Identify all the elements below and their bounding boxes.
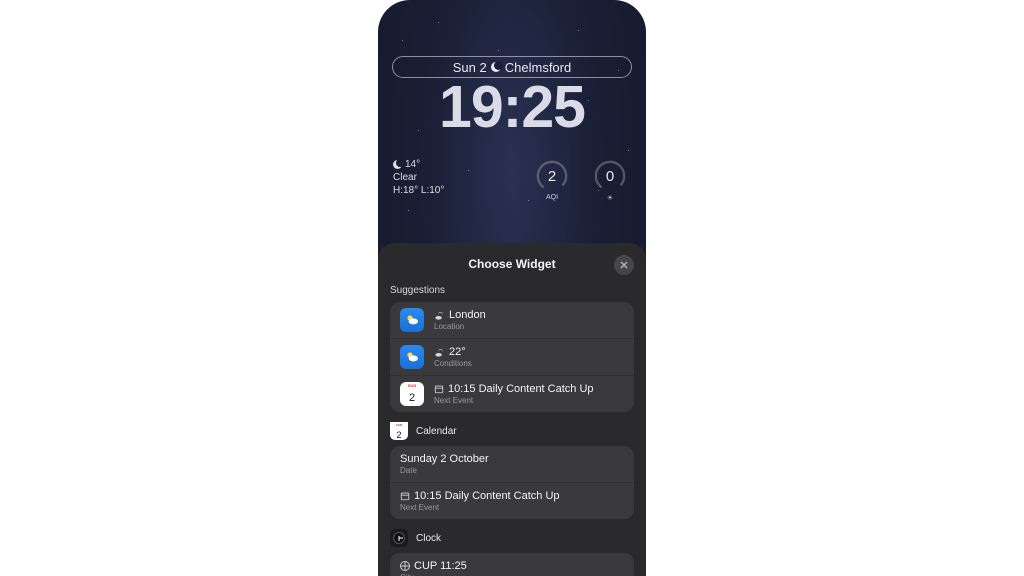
moon-icon: [491, 62, 501, 72]
suggestions-label: Suggestions: [390, 285, 634, 296]
suggestion-weather-conditions[interactable]: 22° Conditions: [390, 339, 634, 376]
clock-card: CUP 11:25 City: [390, 553, 634, 576]
aqi-label: AQI: [546, 194, 558, 201]
row-main-text: London: [449, 309, 486, 321]
suggestion-calendar-next-event[interactable]: SUN 2 10:15 Daily Content Catch Up Next …: [390, 376, 634, 412]
suggestion-weather-location[interactable]: London Location: [390, 302, 634, 339]
uv-value: 0: [593, 159, 627, 193]
calendar-date-row[interactable]: Sunday 2 October Date: [390, 446, 634, 483]
row-main-text: 10:15 Daily Content Catch Up: [448, 383, 594, 395]
calendar-glyph-icon: [400, 491, 410, 501]
suggestions-card: London Location 22° Conditions: [390, 302, 634, 412]
calendar-glyph-icon: [434, 384, 444, 394]
calendar-app-icon: SUN 2: [390, 422, 408, 440]
row-sub-text: Next Event: [434, 396, 594, 405]
close-icon: ✕: [619, 259, 628, 272]
phone-frame: Sun 2 Chelmsford 19:25 14° Clear H:18° L…: [378, 0, 646, 576]
clock-city-row[interactable]: CUP 11:25 City: [390, 553, 634, 576]
row-sub-text: Next Event: [400, 503, 560, 512]
close-button[interactable]: ✕: [614, 255, 634, 275]
globe-icon: [400, 561, 410, 571]
row-main-text: Sunday 2 October: [400, 453, 489, 465]
uv-gauge[interactable]: 0 ☀: [592, 159, 628, 202]
clock-app-icon: [390, 529, 408, 547]
uv-label: ☀: [607, 194, 613, 202]
cloud-moon-icon: [434, 310, 445, 321]
row-sub-text: Conditions: [434, 359, 472, 368]
aqi-value: 2: [535, 159, 569, 193]
row-main-text: 10:15 Daily Content Catch Up: [414, 490, 560, 502]
moon-icon: [393, 160, 402, 169]
row-sub-text: Location: [434, 322, 486, 331]
aqi-gauge[interactable]: 2 AQI: [534, 159, 570, 202]
weather-app-icon: [400, 345, 424, 369]
lock-time: 19:25: [378, 73, 646, 141]
calendar-section-header[interactable]: SUN 2 Calendar: [390, 422, 634, 440]
weather-hi-lo: H:18° L:10°: [393, 184, 444, 197]
widget-picker-panel: Choose Widget ✕ Suggestions London Locat…: [378, 243, 646, 576]
clock-app-name: Clock: [416, 533, 441, 544]
row-sub-text: Date: [400, 466, 489, 475]
weather-condition: Clear: [393, 171, 444, 184]
calendar-card: Sunday 2 October Date 10:15 Daily Conten…: [390, 446, 634, 519]
calendar-app-icon: SUN 2: [400, 382, 424, 406]
weather-temp: 14°: [405, 158, 420, 171]
weather-widget[interactable]: 14° Clear H:18° L:10°: [393, 158, 444, 197]
gauge-widgets: 2 AQI 0 ☀: [534, 159, 628, 202]
cloud-moon-icon: [434, 347, 445, 358]
calendar-app-name: Calendar: [416, 426, 457, 437]
calendar-next-event-row[interactable]: 10:15 Daily Content Catch Up Next Event: [390, 483, 634, 519]
clock-section-header[interactable]: Clock: [390, 529, 634, 547]
row-main-text: 22°: [449, 346, 466, 358]
panel-title: Choose Widget: [468, 257, 555, 271]
row-main-text: CUP 11:25: [414, 560, 467, 572]
weather-app-icon: [400, 308, 424, 332]
